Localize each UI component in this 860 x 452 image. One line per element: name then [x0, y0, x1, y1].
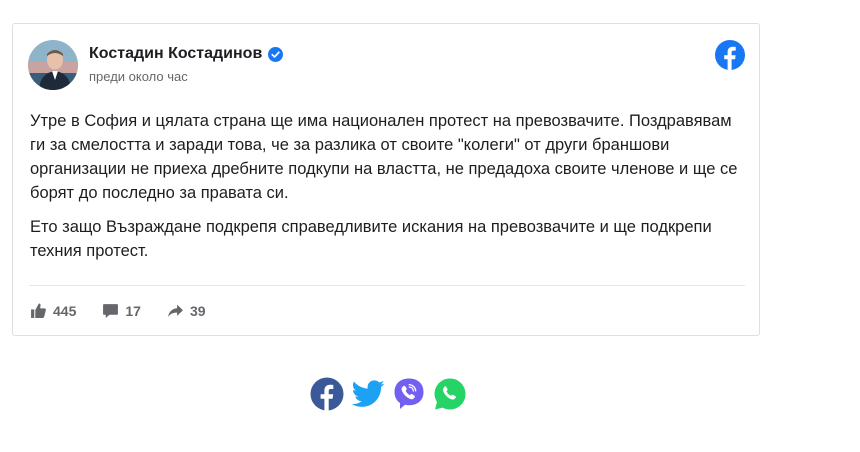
post-paragraph: Утре в София и цялата страна ще има наци… — [30, 112, 738, 202]
whatsapp-share-icon[interactable] — [433, 377, 467, 411]
divider — [29, 285, 745, 286]
shares-count: 39 — [189, 302, 206, 319]
shares-stat[interactable]: 39 — [167, 302, 206, 319]
post-text: Утре в София и цялата страна ще има наци… — [30, 109, 740, 273]
facebook-logo-icon[interactable] — [715, 40, 745, 70]
likes-stat[interactable]: 445 — [30, 302, 76, 319]
post-timestamp[interactable]: преди около час — [89, 69, 188, 84]
likes-count: 445 — [53, 302, 77, 319]
share-arrow-icon — [167, 302, 184, 319]
facebook-share-icon[interactable] — [310, 377, 344, 411]
verified-badge-icon — [268, 46, 284, 62]
comments-count: 17 — [125, 302, 141, 319]
twitter-share-icon[interactable] — [351, 377, 385, 411]
facebook-post-embed: Костадин Костадинов преди около час Утре… — [12, 23, 760, 336]
viber-share-icon[interactable] — [392, 377, 426, 411]
post-paragraph: Ето защо Възраждане подкрепя справедливи… — [30, 218, 712, 260]
author-row: Костадин Костадинов — [89, 45, 284, 63]
comment-icon — [102, 302, 119, 319]
thumbs-up-icon — [30, 302, 47, 319]
engagement-stats: 445 17 39 — [30, 302, 206, 319]
author-name[interactable]: Костадин Костадинов — [89, 45, 262, 63]
share-buttons — [310, 377, 467, 411]
comments-stat[interactable]: 17 — [102, 302, 141, 319]
author-avatar[interactable] — [28, 40, 78, 90]
